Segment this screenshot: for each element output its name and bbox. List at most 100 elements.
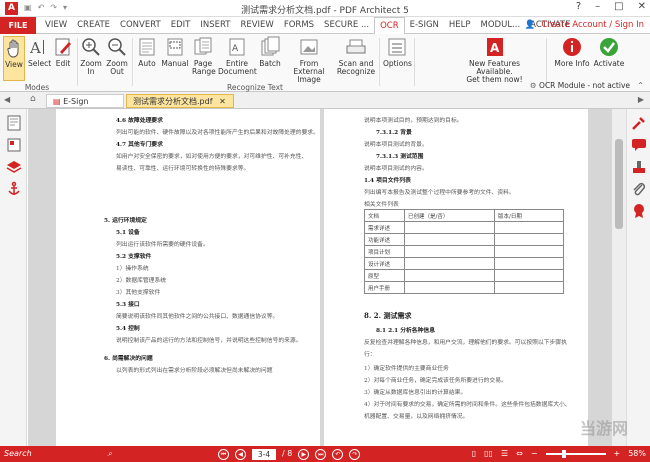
previous-page-button[interactable]: ◀ bbox=[235, 448, 246, 460]
zoom-in-small-icon[interactable]: + bbox=[614, 448, 621, 460]
page-text-line: 说明本项测试目的，预期达到的目标。 bbox=[364, 118, 463, 124]
zoom-in-button[interactable]: Zoom In bbox=[80, 36, 102, 76]
tab-modules[interactable]: MODUL... bbox=[476, 17, 526, 34]
activate-button[interactable]: Activate bbox=[593, 36, 625, 68]
tab-esign[interactable]: E-SIGN bbox=[405, 17, 444, 34]
fit-width-icon[interactable]: ⇔ bbox=[516, 448, 523, 460]
last-page-button[interactable]: ⏭ bbox=[315, 448, 327, 460]
page-text-line: 4）对于时间有要求的交易，确定所需的时间和条件。这些条件包括数据库大小、机器配置… bbox=[364, 402, 571, 420]
table-cell: 项目计划 bbox=[364, 245, 405, 258]
tab-insert[interactable]: INSERT bbox=[195, 17, 235, 34]
close-icon[interactable]: ✕ bbox=[638, 1, 646, 12]
forward-view-button[interactable]: ↷ bbox=[349, 448, 361, 460]
batch-button[interactable]: Batch bbox=[259, 36, 281, 68]
create-account-link[interactable]: Create Account / Sign In bbox=[541, 17, 644, 34]
right-sidebar bbox=[626, 109, 650, 446]
zoom-out-small-icon[interactable]: − bbox=[531, 448, 538, 460]
page-range-button[interactable]: Page Range bbox=[192, 36, 216, 76]
next-page-button[interactable]: ▶ bbox=[298, 448, 310, 460]
document-tab-label: 测试需求分析文档.pdf bbox=[133, 97, 213, 106]
page-range-label: Page Range bbox=[192, 59, 216, 76]
entire-document-button[interactable]: A Entire Document bbox=[218, 36, 257, 76]
home-icon[interactable]: ⌂ bbox=[30, 94, 36, 104]
auto-button[interactable]: Auto bbox=[136, 36, 158, 68]
bookmarks-icon[interactable] bbox=[6, 137, 22, 153]
vertical-scrollbar[interactable] bbox=[612, 109, 626, 446]
new-features-button[interactable]: A New Features Available. Get them now! bbox=[452, 36, 537, 84]
file-menu[interactable]: FILE bbox=[0, 17, 36, 34]
search-icon[interactable]: ⌕ bbox=[108, 448, 112, 460]
stamps-icon[interactable] bbox=[631, 159, 647, 175]
page-number-input[interactable]: 3-4 bbox=[252, 448, 276, 460]
page-thumbnails-icon[interactable] bbox=[6, 115, 22, 131]
select-button[interactable]: A Select bbox=[28, 36, 51, 68]
tab-scroll-right-icon[interactable]: ▶ bbox=[638, 95, 644, 104]
back-view-button[interactable]: ↶ bbox=[332, 448, 344, 460]
window-controls: ? – □ ✕ bbox=[576, 1, 646, 12]
scroll-thumb[interactable] bbox=[615, 139, 623, 229]
page-text-line: 以列表的形式列出在需求分析阶段必须解决但尚未解决的问题 bbox=[116, 368, 273, 374]
tab-help[interactable]: HELP bbox=[444, 17, 476, 34]
first-page-button[interactable]: ⏮ bbox=[218, 448, 229, 460]
checkmark-icon bbox=[600, 38, 618, 56]
continuous-view-icon[interactable]: ☰ bbox=[501, 448, 508, 460]
anchor-icon[interactable] bbox=[6, 181, 22, 197]
status-bar: Search ⌕ ⏮ ◀ 3-4 / 8 ▶ ⏭ ↶ ↷ ▯ ▯▯ ☰ ⇔ − … bbox=[0, 446, 650, 462]
svg-text:A: A bbox=[490, 41, 500, 55]
view-button[interactable]: View bbox=[3, 36, 25, 81]
single-page-view-icon[interactable]: ▯ bbox=[472, 448, 476, 460]
layers-icon[interactable] bbox=[6, 159, 22, 175]
close-tab-icon[interactable]: ✕ bbox=[219, 97, 226, 106]
table-cell: 用户手册 bbox=[364, 281, 405, 294]
comments-icon[interactable] bbox=[631, 137, 647, 153]
page-text-line: 8. 2. 测试需求 bbox=[364, 311, 412, 320]
pdf-page-left: 4.6 故障处理要求 列出可能的软件、硬件故障以及对各项性能所产生的后果和对故障… bbox=[56, 109, 320, 446]
tab-forms[interactable]: FORMS bbox=[279, 17, 319, 34]
scan-recognize-button[interactable]: Scan and Recognize bbox=[336, 36, 376, 76]
table-cell bbox=[404, 221, 495, 234]
tools-icon[interactable] bbox=[631, 115, 647, 131]
tab-convert[interactable]: CONVERT bbox=[115, 17, 166, 34]
manual-button[interactable]: Manual bbox=[161, 36, 189, 68]
paperclip-icon[interactable] bbox=[631, 181, 647, 197]
page-text-line: 1.4 项目文件列表 bbox=[364, 178, 411, 184]
ocr-ribbon: View A Select Edit Modes Zoom In Zoom Ou… bbox=[0, 34, 650, 92]
more-info-button[interactable]: More Info bbox=[554, 36, 590, 68]
page-text-line: 5.2 支撑软件 bbox=[116, 254, 152, 260]
edit-button[interactable]: Edit bbox=[52, 36, 74, 68]
tab-create[interactable]: CREATE bbox=[72, 17, 115, 34]
tab-edit[interactable]: EDIT bbox=[166, 17, 196, 34]
table-cell bbox=[494, 221, 564, 234]
tab-view[interactable]: VIEW bbox=[40, 17, 72, 34]
table-row: 需求详述 bbox=[364, 221, 564, 234]
zoom-level[interactable]: 58% bbox=[628, 448, 646, 460]
from-external-image-button[interactable]: From External Image bbox=[285, 36, 333, 84]
zoom-out-icon bbox=[108, 38, 126, 56]
tab-review[interactable]: REVIEW bbox=[235, 17, 278, 34]
tab-secure[interactable]: SECURE ... bbox=[319, 17, 374, 34]
tab-ocr[interactable]: OCR bbox=[374, 17, 405, 35]
zoom-slider-knob[interactable] bbox=[561, 450, 566, 458]
tab-document[interactable]: 测试需求分析文档.pdf ✕ bbox=[126, 94, 234, 108]
left-sidebar bbox=[0, 109, 27, 446]
table-cell: 功能详述 bbox=[364, 233, 405, 246]
zoom-out-button[interactable]: Zoom Out bbox=[105, 36, 129, 76]
search-field[interactable]: Search ⌕ bbox=[4, 448, 112, 460]
options-button[interactable]: Options bbox=[383, 36, 412, 68]
tab-esign-manager[interactable]: ▤ E-Sign Manager bbox=[46, 94, 124, 119]
table-cell bbox=[404, 245, 495, 258]
scan-recognize-label: Scan and Recognize bbox=[336, 59, 376, 76]
certificate-icon[interactable] bbox=[631, 203, 647, 219]
options-label: Options bbox=[383, 59, 412, 68]
zoom-slider[interactable] bbox=[545, 450, 606, 458]
minimize-icon[interactable]: – bbox=[595, 1, 600, 12]
two-page-view-icon[interactable]: ▯▯ bbox=[484, 448, 493, 460]
collapse-ribbon-icon[interactable]: ⌃ bbox=[637, 81, 644, 90]
document-tab-bar: ◀ ⌂ ▤ E-Sign Manager 测试需求分析文档.pdf ✕ ▶ bbox=[0, 92, 650, 119]
new-features-line1: New Features Available. bbox=[469, 59, 520, 76]
tab-scroll-left-icon[interactable]: ◀ bbox=[4, 95, 10, 104]
table-cell bbox=[494, 257, 564, 270]
help-icon[interactable]: ? bbox=[576, 1, 581, 12]
maximize-icon[interactable]: □ bbox=[614, 1, 623, 12]
zoom-in-label: Zoom In bbox=[80, 59, 102, 76]
